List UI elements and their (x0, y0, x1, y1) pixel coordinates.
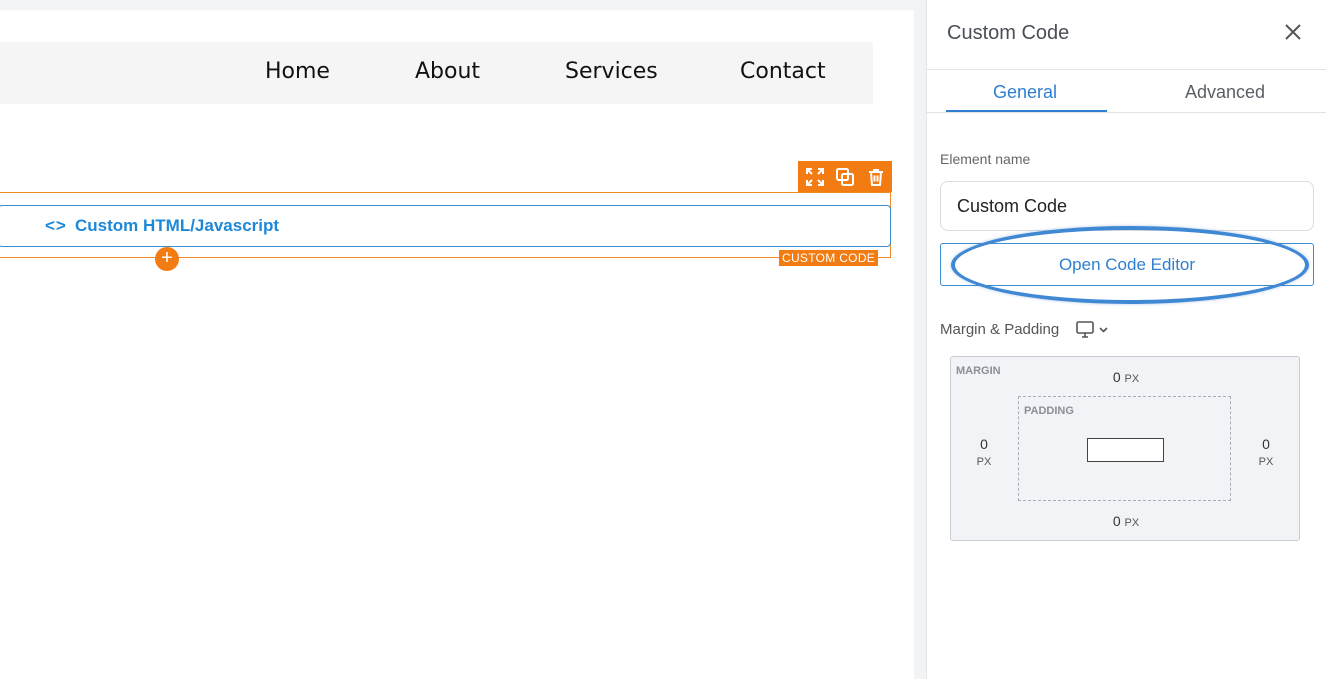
padding-caption: PADDING (1024, 405, 1074, 417)
custom-code-element[interactable]: <> Custom HTML/Javascript (0, 205, 891, 247)
chevron-down-icon (1099, 327, 1108, 333)
element-name-input[interactable] (940, 181, 1314, 231)
expand-icon[interactable] (805, 167, 825, 187)
content-box[interactable] (1087, 438, 1164, 462)
nav-link-home[interactable]: Home (265, 59, 330, 84)
margin-bottom-value[interactable]: 0 PX (1106, 513, 1146, 529)
panel-title: Custom Code (947, 22, 1070, 44)
margin-caption: MARGIN (956, 365, 1001, 377)
element-name-label: Element name (940, 151, 1031, 167)
duplicate-icon[interactable] (835, 167, 855, 187)
open-code-editor-button[interactable]: Open Code Editor (940, 243, 1314, 286)
add-element-button[interactable]: + (155, 247, 179, 271)
nav-link-contact[interactable]: Contact (740, 59, 826, 84)
tab-general[interactable]: General (993, 82, 1057, 103)
element-type-badge: CUSTOM CODE (779, 250, 879, 266)
code-icon: <> (45, 216, 67, 235)
desktop-icon (1076, 321, 1094, 338)
margin-right-value[interactable]: 0 PX (1251, 435, 1281, 471)
page-canvas: Home About Services Contact <> Custom HT… (0, 10, 914, 679)
nav-link-about[interactable]: About (415, 59, 480, 84)
custom-code-element-label: Custom HTML/Javascript (75, 216, 280, 235)
margin-left-value[interactable]: 0 PX (969, 435, 999, 471)
site-navbar: Home About Services Contact (0, 42, 873, 104)
tab-advanced[interactable]: Advanced (1185, 82, 1265, 103)
nav-link-services[interactable]: Services (565, 59, 658, 84)
trash-icon[interactable] (866, 167, 886, 187)
device-selector[interactable] (1076, 320, 1114, 340)
padding-box: PADDING (1018, 396, 1231, 501)
box-model-editor: MARGIN 0 PX 0 PX 0 PX 0 PX PADDING (950, 356, 1300, 541)
close-icon[interactable] (1283, 22, 1303, 42)
header-divider (927, 69, 1326, 70)
margin-top-value[interactable]: 0 PX (1106, 369, 1146, 385)
margin-padding-label: Margin & Padding (940, 321, 1060, 338)
settings-panel: Custom Code General Advanced Element nam… (926, 0, 1326, 679)
element-toolbar (798, 161, 892, 192)
tabs-divider (927, 112, 1326, 113)
builder-canvas-area: Home About Services Contact <> Custom HT… (0, 0, 914, 679)
